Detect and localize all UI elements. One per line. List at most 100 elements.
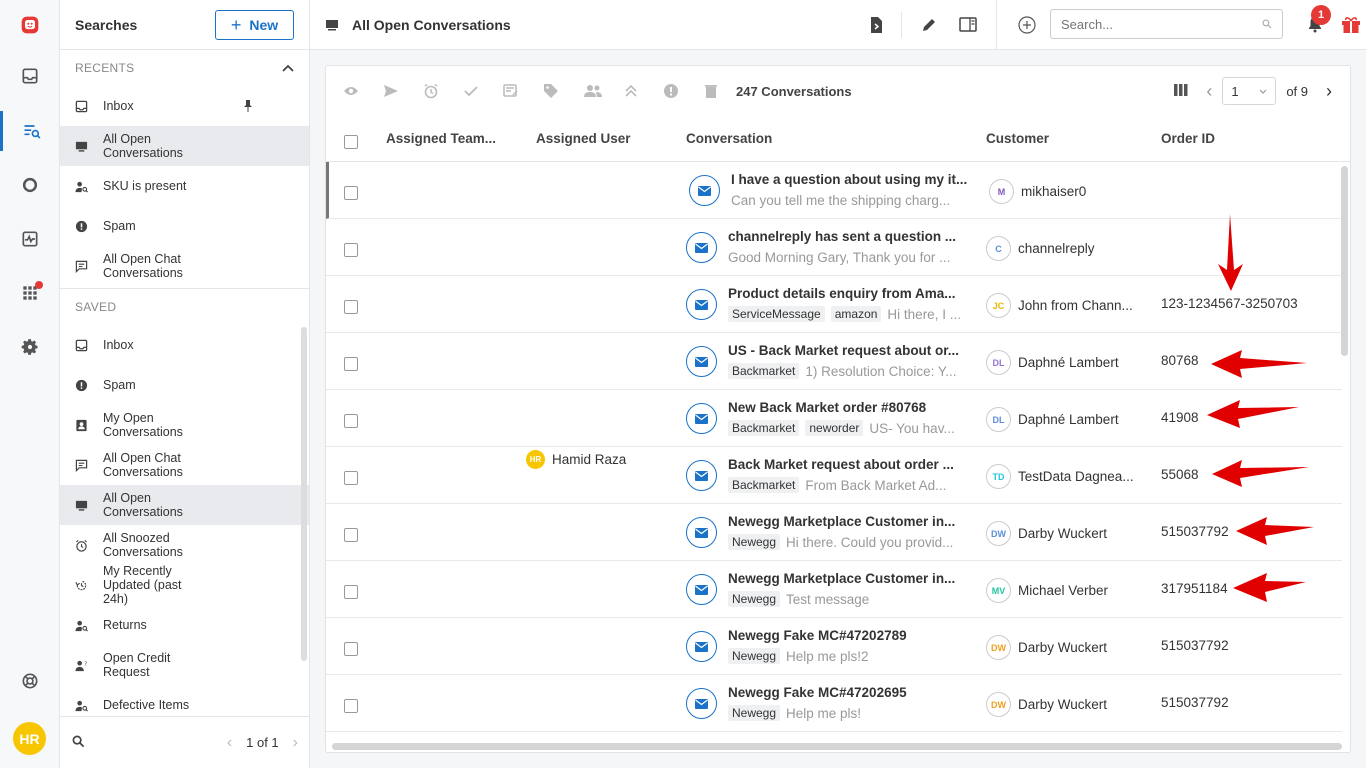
table-row[interactable]: Newegg Fake MC#47202695 Newegg Help me pls… <box>326 675 1342 732</box>
search-icon[interactable] <box>1262 17 1272 32</box>
search-input[interactable] <box>1061 16 1262 32</box>
row-checkbox[interactable] <box>344 642 358 656</box>
saved-scrollbar[interactable] <box>301 327 307 661</box>
row-checkbox[interactable] <box>344 585 358 599</box>
row-checkbox[interactable] <box>344 243 358 257</box>
export-document-icon[interactable] <box>867 16 885 34</box>
search-item-defective-items[interactable]: Defective Items <box>60 685 309 715</box>
column-customer[interactable]: Customer <box>986 131 1049 146</box>
help-lifebuoy-icon[interactable] <box>0 661 60 701</box>
row-checkbox[interactable] <box>344 699 358 713</box>
search-item-all-open-chat-conversations[interactable]: All Open Chat Conversations <box>60 246 309 286</box>
table-row[interactable]: US - Back Market request about or... Back… <box>326 333 1342 390</box>
customer-cell[interactable]: DL Daphné Lambert <box>986 350 1146 375</box>
conversation-subject[interactable]: Newegg Marketplace Customer in... <box>728 514 968 529</box>
search-item-open-credit-request[interactable]: ? Open Credit Request <box>60 645 309 685</box>
searches-icon[interactable] <box>0 111 60 151</box>
add-circle-icon[interactable] <box>1018 16 1036 34</box>
conversation-subject[interactable]: New Back Market order #80768 <box>728 400 968 415</box>
next-page-button[interactable]: › <box>1326 81 1332 102</box>
column-assigned-team[interactable]: Assigned Team... <box>386 131 496 146</box>
activity-icon[interactable] <box>0 219 60 259</box>
table-row[interactable]: I have a question about using my it... Ca… <box>326 162 1342 219</box>
table-row[interactable]: Newegg Fake MC#47202789 Newegg Help me pls… <box>326 618 1342 675</box>
row-checkbox[interactable] <box>344 414 358 428</box>
next-page-icon[interactable]: › <box>293 734 298 752</box>
customer-cell[interactable]: DL Daphné Lambert <box>986 407 1146 432</box>
new-search-button[interactable]: + New <box>215 9 294 40</box>
customer-cell[interactable]: MV Michael Verber <box>986 578 1146 603</box>
check-icon[interactable] <box>463 83 479 99</box>
settings-gear-icon[interactable] <box>0 327 60 367</box>
app-logo-icon[interactable] <box>0 5 60 45</box>
toggle-panel-icon[interactable] <box>959 16 977 34</box>
page-select[interactable]: 1 <box>1222 77 1277 105</box>
customer-cell[interactable]: DW Darby Wuckert <box>986 521 1146 546</box>
vertical-scrollbar[interactable] <box>1341 166 1348 356</box>
search-item-all-open-chat-conversations[interactable]: All Open Chat Conversations <box>60 445 309 485</box>
spam-alert-icon[interactable] <box>663 83 679 99</box>
search-magnifier-icon[interactable] <box>72 735 85 751</box>
select-all-checkbox[interactable] <box>344 135 358 149</box>
prev-page-button[interactable]: ‹ <box>1206 81 1212 102</box>
conversation-subject[interactable]: US - Back Market request about or... <box>728 343 968 358</box>
table-row[interactable]: New Back Market order #80768 Backmarket ne… <box>326 390 1342 447</box>
apps-grid-icon[interactable] <box>0 273 60 313</box>
search-item-all-snoozed-conversations[interactable]: All Snoozed Conversations <box>60 525 309 565</box>
search-item-sku-is-present[interactable]: SKU is present <box>60 166 309 206</box>
edit-pencil-icon[interactable] <box>920 16 938 34</box>
row-checkbox[interactable] <box>344 300 358 314</box>
search-item-my-recently-updated-past-24h[interactable]: My Recently Updated (past 24h) <box>60 564 309 606</box>
customer-cell[interactable]: Cchannelreply <box>986 236 1146 261</box>
conversation-subject[interactable]: Product details enquiry from Ama... <box>728 286 968 301</box>
conversation-subject[interactable]: Newegg Fake MC#47202695 <box>728 685 968 700</box>
gift-icon[interactable] <box>1340 13 1362 35</box>
assign-users-icon[interactable] <box>583 83 603 99</box>
search-item-spam[interactable]: Spam <box>60 365 309 405</box>
search-item-returns[interactable]: Returns <box>60 605 309 645</box>
priority-up-icon[interactable] <box>623 83 639 99</box>
pin-icon[interactable] <box>243 100 253 112</box>
tag-icon[interactable] <box>543 83 559 99</box>
chevron-up-icon[interactable] <box>282 61 294 75</box>
table-row[interactable]: Newegg Marketplace Customer in... Newegg H… <box>326 504 1342 561</box>
horizontal-scrollbar[interactable] <box>332 743 1342 750</box>
table-row[interactable]: Product details enquiry from Ama... Servi… <box>326 276 1342 333</box>
table-row[interactable]: HR Hamid Raza Back Market request about or… <box>326 447 1342 504</box>
inbox-icon[interactable] <box>0 56 60 96</box>
conversation-subject[interactable]: I have a question about using my it... <box>731 172 971 187</box>
column-assigned-user[interactable]: Assigned User <box>536 131 631 146</box>
eye-icon[interactable] <box>343 83 359 99</box>
row-checkbox[interactable] <box>344 357 358 371</box>
customer-cell[interactable]: DW Darby Wuckert <box>986 635 1146 660</box>
search-item-inbox[interactable]: Inbox <box>60 325 309 365</box>
customer-cell[interactable]: JC John from Chann... <box>986 293 1146 318</box>
row-checkbox[interactable] <box>344 471 358 485</box>
search-item-my-open-conversations[interactable]: My Open Conversations <box>60 405 309 445</box>
row-checkbox[interactable] <box>344 528 358 542</box>
conversation-subject[interactable]: Back Market request about order ... <box>728 457 968 472</box>
user-avatar[interactable]: HR <box>13 722 46 755</box>
prev-page-icon[interactable]: ‹ <box>227 734 232 752</box>
assign-form-icon[interactable] <box>503 83 519 99</box>
trash-icon[interactable] <box>703 83 719 99</box>
column-order-id[interactable]: Order ID <box>1161 131 1215 146</box>
search-item-inbox[interactable]: Inbox <box>60 86 309 126</box>
columns-icon[interactable] <box>1174 83 1188 99</box>
customer-cell[interactable]: Mmikhaiser0 <box>989 179 1149 204</box>
search-item-all-open-conversations[interactable]: All Open Conversations <box>60 485 309 525</box>
table-row[interactable]: channelreply has sent a question ... Good… <box>326 219 1342 276</box>
conversation-subject[interactable]: Newegg Fake MC#47202789 <box>728 628 968 643</box>
search-item-all-open-conversations[interactable]: All Open Conversations <box>60 126 309 166</box>
table-row[interactable]: Newegg Marketplace Customer in... Newegg T… <box>326 561 1342 618</box>
conversation-subject[interactable]: Newegg Marketplace Customer in... <box>728 571 968 586</box>
search-item-spam[interactable]: Spam <box>60 206 309 246</box>
send-icon[interactable] <box>383 83 399 99</box>
conversation-subject[interactable]: channelreply has sent a question ... <box>728 229 968 244</box>
column-conversation[interactable]: Conversation <box>686 131 772 146</box>
customer-cell[interactable]: TD TestData Dagnea... <box>986 464 1146 489</box>
customer-cell[interactable]: DW Darby Wuckert <box>986 692 1146 717</box>
alarm-icon[interactable] <box>423 83 439 99</box>
row-checkbox[interactable] <box>344 186 358 200</box>
reports-pie-icon[interactable] <box>0 165 60 205</box>
